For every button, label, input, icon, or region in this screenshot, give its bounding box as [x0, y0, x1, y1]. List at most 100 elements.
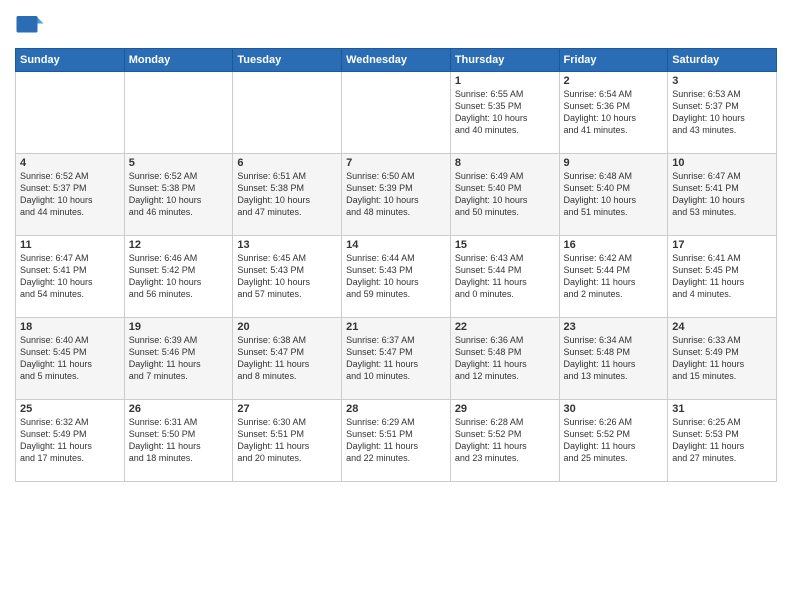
calendar-cell: 7Sunrise: 6:50 AMSunset: 5:39 PMDaylight…	[342, 154, 451, 236]
page-header	[15, 10, 777, 40]
calendar-cell: 6Sunrise: 6:51 AMSunset: 5:38 PMDaylight…	[233, 154, 342, 236]
week-row-1: 1Sunrise: 6:55 AMSunset: 5:35 PMDaylight…	[16, 72, 777, 154]
cell-content: Sunrise: 6:42 AMSunset: 5:44 PMDaylight:…	[564, 252, 664, 301]
calendar-header-row: SundayMondayTuesdayWednesdayThursdayFrid…	[16, 49, 777, 72]
header-sunday: Sunday	[16, 49, 125, 72]
cell-content: Sunrise: 6:37 AMSunset: 5:47 PMDaylight:…	[346, 334, 446, 383]
calendar-cell: 4Sunrise: 6:52 AMSunset: 5:37 PMDaylight…	[16, 154, 125, 236]
header-friday: Friday	[559, 49, 668, 72]
cell-content: Sunrise: 6:47 AMSunset: 5:41 PMDaylight:…	[672, 170, 772, 219]
cell-content: Sunrise: 6:39 AMSunset: 5:46 PMDaylight:…	[129, 334, 229, 383]
cell-content: Sunrise: 6:53 AMSunset: 5:37 PMDaylight:…	[672, 88, 772, 137]
calendar-cell: 21Sunrise: 6:37 AMSunset: 5:47 PMDayligh…	[342, 318, 451, 400]
calendar-cell: 11Sunrise: 6:47 AMSunset: 5:41 PMDayligh…	[16, 236, 125, 318]
calendar-cell: 20Sunrise: 6:38 AMSunset: 5:47 PMDayligh…	[233, 318, 342, 400]
calendar-cell: 24Sunrise: 6:33 AMSunset: 5:49 PMDayligh…	[668, 318, 777, 400]
cell-content: Sunrise: 6:44 AMSunset: 5:43 PMDaylight:…	[346, 252, 446, 301]
calendar-cell: 1Sunrise: 6:55 AMSunset: 5:35 PMDaylight…	[450, 72, 559, 154]
cell-content: Sunrise: 6:45 AMSunset: 5:43 PMDaylight:…	[237, 252, 337, 301]
header-wednesday: Wednesday	[342, 49, 451, 72]
header-monday: Monday	[124, 49, 233, 72]
calendar-cell: 28Sunrise: 6:29 AMSunset: 5:51 PMDayligh…	[342, 400, 451, 482]
day-number: 28	[346, 403, 446, 415]
header-saturday: Saturday	[668, 49, 777, 72]
cell-content: Sunrise: 6:26 AMSunset: 5:52 PMDaylight:…	[564, 416, 664, 465]
calendar-cell: 31Sunrise: 6:25 AMSunset: 5:53 PMDayligh…	[668, 400, 777, 482]
cell-content: Sunrise: 6:48 AMSunset: 5:40 PMDaylight:…	[564, 170, 664, 219]
calendar-cell	[233, 72, 342, 154]
day-number: 24	[672, 321, 772, 333]
week-row-2: 4Sunrise: 6:52 AMSunset: 5:37 PMDaylight…	[16, 154, 777, 236]
day-number: 17	[672, 239, 772, 251]
day-number: 25	[20, 403, 120, 415]
calendar-cell: 8Sunrise: 6:49 AMSunset: 5:40 PMDaylight…	[450, 154, 559, 236]
day-number: 9	[564, 157, 664, 169]
week-row-5: 25Sunrise: 6:32 AMSunset: 5:49 PMDayligh…	[16, 400, 777, 482]
cell-content: Sunrise: 6:43 AMSunset: 5:44 PMDaylight:…	[455, 252, 555, 301]
calendar-cell: 12Sunrise: 6:46 AMSunset: 5:42 PMDayligh…	[124, 236, 233, 318]
day-number: 6	[237, 157, 337, 169]
cell-content: Sunrise: 6:51 AMSunset: 5:38 PMDaylight:…	[237, 170, 337, 219]
calendar-cell: 23Sunrise: 6:34 AMSunset: 5:48 PMDayligh…	[559, 318, 668, 400]
calendar-cell: 29Sunrise: 6:28 AMSunset: 5:52 PMDayligh…	[450, 400, 559, 482]
day-number: 1	[455, 75, 555, 87]
day-number: 30	[564, 403, 664, 415]
day-number: 7	[346, 157, 446, 169]
day-number: 23	[564, 321, 664, 333]
day-number: 11	[20, 239, 120, 251]
day-number: 4	[20, 157, 120, 169]
calendar-cell: 18Sunrise: 6:40 AMSunset: 5:45 PMDayligh…	[16, 318, 125, 400]
logo	[15, 10, 49, 40]
cell-content: Sunrise: 6:30 AMSunset: 5:51 PMDaylight:…	[237, 416, 337, 465]
day-number: 10	[672, 157, 772, 169]
calendar-cell: 25Sunrise: 6:32 AMSunset: 5:49 PMDayligh…	[16, 400, 125, 482]
calendar-cell	[342, 72, 451, 154]
cell-content: Sunrise: 6:33 AMSunset: 5:49 PMDaylight:…	[672, 334, 772, 383]
day-number: 3	[672, 75, 772, 87]
day-number: 29	[455, 403, 555, 415]
cell-content: Sunrise: 6:34 AMSunset: 5:48 PMDaylight:…	[564, 334, 664, 383]
calendar-cell: 26Sunrise: 6:31 AMSunset: 5:50 PMDayligh…	[124, 400, 233, 482]
day-number: 20	[237, 321, 337, 333]
calendar-cell: 2Sunrise: 6:54 AMSunset: 5:36 PMDaylight…	[559, 72, 668, 154]
cell-content: Sunrise: 6:47 AMSunset: 5:41 PMDaylight:…	[20, 252, 120, 301]
day-number: 14	[346, 239, 446, 251]
calendar-cell: 9Sunrise: 6:48 AMSunset: 5:40 PMDaylight…	[559, 154, 668, 236]
day-number: 31	[672, 403, 772, 415]
day-number: 12	[129, 239, 229, 251]
day-number: 21	[346, 321, 446, 333]
calendar-table: SundayMondayTuesdayWednesdayThursdayFrid…	[15, 48, 777, 482]
calendar-cell: 3Sunrise: 6:53 AMSunset: 5:37 PMDaylight…	[668, 72, 777, 154]
cell-content: Sunrise: 6:28 AMSunset: 5:52 PMDaylight:…	[455, 416, 555, 465]
day-number: 18	[20, 321, 120, 333]
day-number: 22	[455, 321, 555, 333]
cell-content: Sunrise: 6:40 AMSunset: 5:45 PMDaylight:…	[20, 334, 120, 383]
cell-content: Sunrise: 6:52 AMSunset: 5:37 PMDaylight:…	[20, 170, 120, 219]
cell-content: Sunrise: 6:46 AMSunset: 5:42 PMDaylight:…	[129, 252, 229, 301]
week-row-3: 11Sunrise: 6:47 AMSunset: 5:41 PMDayligh…	[16, 236, 777, 318]
calendar-cell: 16Sunrise: 6:42 AMSunset: 5:44 PMDayligh…	[559, 236, 668, 318]
calendar-cell: 19Sunrise: 6:39 AMSunset: 5:46 PMDayligh…	[124, 318, 233, 400]
header-tuesday: Tuesday	[233, 49, 342, 72]
cell-content: Sunrise: 6:50 AMSunset: 5:39 PMDaylight:…	[346, 170, 446, 219]
logo-icon	[15, 10, 45, 40]
calendar-cell	[16, 72, 125, 154]
cell-content: Sunrise: 6:54 AMSunset: 5:36 PMDaylight:…	[564, 88, 664, 137]
header-thursday: Thursday	[450, 49, 559, 72]
calendar-cell: 15Sunrise: 6:43 AMSunset: 5:44 PMDayligh…	[450, 236, 559, 318]
calendar-cell: 13Sunrise: 6:45 AMSunset: 5:43 PMDayligh…	[233, 236, 342, 318]
day-number: 19	[129, 321, 229, 333]
calendar-cell: 27Sunrise: 6:30 AMSunset: 5:51 PMDayligh…	[233, 400, 342, 482]
cell-content: Sunrise: 6:29 AMSunset: 5:51 PMDaylight:…	[346, 416, 446, 465]
calendar-cell: 17Sunrise: 6:41 AMSunset: 5:45 PMDayligh…	[668, 236, 777, 318]
day-number: 27	[237, 403, 337, 415]
day-number: 8	[455, 157, 555, 169]
cell-content: Sunrise: 6:41 AMSunset: 5:45 PMDaylight:…	[672, 252, 772, 301]
cell-content: Sunrise: 6:38 AMSunset: 5:47 PMDaylight:…	[237, 334, 337, 383]
calendar-cell: 30Sunrise: 6:26 AMSunset: 5:52 PMDayligh…	[559, 400, 668, 482]
day-number: 26	[129, 403, 229, 415]
day-number: 16	[564, 239, 664, 251]
cell-content: Sunrise: 6:36 AMSunset: 5:48 PMDaylight:…	[455, 334, 555, 383]
calendar-cell	[124, 72, 233, 154]
day-number: 15	[455, 239, 555, 251]
